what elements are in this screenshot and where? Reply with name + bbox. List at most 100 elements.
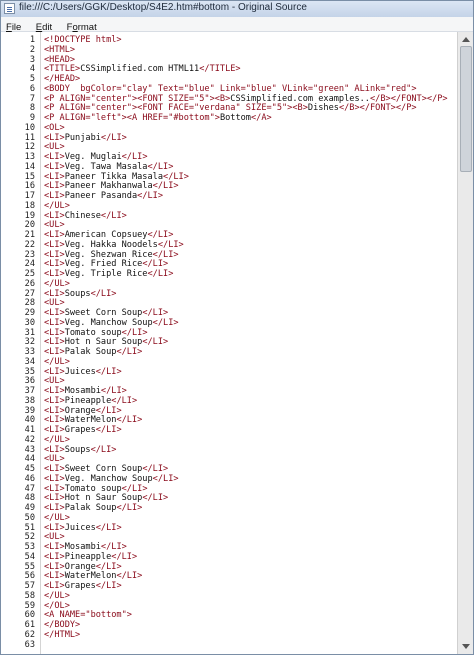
source-line: <LI>Paneer Makhanwala</LI> (44, 181, 179, 191)
code-tag: <B> (214, 93, 231, 104)
scrollbar-thumb[interactable] (460, 46, 472, 172)
source-line: </BODY> (44, 620, 80, 630)
code-text: Sweet Corn Soup (64, 464, 143, 474)
code-text: CSSimplified.com examples.. (230, 93, 370, 104)
code-tag: <LI> (44, 503, 65, 513)
code-tag: <B> (292, 103, 308, 114)
line-number: 63 (24, 639, 35, 650)
code-tag: <LI> (44, 317, 65, 328)
source-line: </UL> (44, 513, 70, 523)
line-number: 31 (24, 327, 35, 338)
line-number: 2 (29, 44, 35, 55)
line-number: 4 (29, 64, 35, 75)
line-number: 37 (24, 386, 35, 396)
code-tag: <LI> (44, 395, 65, 406)
code-text: Veg. Fried Rice (64, 259, 143, 270)
code-tag: </LI> (147, 230, 174, 240)
source-line: <LI>Mosambi</LI> (44, 386, 127, 396)
line-number: 17 (24, 191, 35, 201)
code-tag: <LI> (44, 581, 65, 591)
code-text: Hot n Saur Soup (64, 337, 143, 348)
scroll-down-icon[interactable] (460, 641, 471, 652)
line-number: 61 (24, 620, 35, 630)
source-line: <LI>Sweet Corn Soup</LI> (44, 464, 168, 474)
code-tag: <LI> (44, 152, 65, 162)
code-tag: </LI> (100, 210, 127, 221)
code-tag: </LI> (95, 425, 122, 435)
line-number: 51 (24, 522, 35, 533)
vertical-scrollbar[interactable] (457, 32, 473, 654)
line-number: 34 (24, 356, 35, 367)
code-tag: <UL> (44, 298, 65, 309)
code-text: Veg. Shezwan Rice (64, 249, 153, 260)
line-number: 30 (24, 317, 35, 328)
code-text: Tomato soup (64, 483, 122, 494)
code-text: Veg. Tawa Masala (64, 161, 148, 172)
source-line: <LI>Tomato soup</LI> (44, 328, 148, 338)
code-tag: </HEAD> (44, 74, 81, 84)
line-number: 16 (24, 181, 35, 192)
source-line: <LI>Hot n Saur Soup</LI> (44, 337, 168, 347)
code-text: Juices (64, 522, 96, 533)
code-tag: </LI> (137, 191, 164, 201)
line-number: 60 (24, 610, 35, 621)
source-line: </OL> (44, 601, 70, 611)
code-tag: </LI> (95, 561, 122, 572)
source-line: <LI>Soups</LI> (44, 289, 116, 299)
code-tag: <BODY bgColor="clay" Text="blue" Link="b… (44, 83, 417, 94)
code-tag: <LI> (44, 239, 65, 250)
source-line: <UL> (44, 220, 65, 230)
code-text: Paneer Pasanda (64, 191, 138, 201)
code-tag: </P> (426, 93, 448, 104)
source-line: <LI>Veg. Hakka Noodels</LI> (44, 240, 184, 250)
code-tag: </LI> (116, 571, 143, 582)
title-bar[interactable]: file:///C:/Users/GGK/Desktop/S4E2.htm#bo… (1, 1, 473, 18)
code-tag: </LI> (111, 551, 138, 562)
code-tag: </OL> (44, 600, 70, 611)
code-tag: </TITLE> (199, 64, 241, 75)
source-line: <LI>Palak Soup</LI> (44, 347, 142, 357)
source-line: <!DOCTYPE html> (44, 35, 122, 45)
line-number: 1 (29, 35, 35, 45)
code-tag: <LI> (44, 181, 65, 192)
code-tag: </UL> (44, 200, 70, 211)
view-source-window: file:///C:/Users/GGK/Desktop/S4E2.htm#bo… (0, 0, 474, 655)
source-line: <LI>Sweet Corn Soup</LI> (44, 308, 168, 318)
code-tag: <UL> (44, 376, 65, 387)
code-tag: </LI> (100, 132, 127, 143)
source-editor[interactable]: 1 2 3 4 5 6 7 8 9 10 11 12 13 14 15 16 17 18 19 20 21 22 23 24 2… (1, 32, 473, 654)
code-tag: <LI> (44, 191, 65, 201)
code-tag: <LI> (44, 561, 65, 572)
code-tag: <LI> (44, 288, 65, 299)
code-tag: </LI> (116, 347, 143, 357)
code-text: Veg. Triple Rice (64, 269, 148, 279)
line-number: 52 (24, 532, 35, 543)
code-tag: <LI> (44, 386, 65, 396)
code-tag: <FONT SIZE="5"> (137, 93, 215, 104)
code-text: Mosambi (64, 386, 101, 396)
code-tag: <HEAD> (44, 54, 76, 65)
code-text: Paneer Makhanwala (64, 181, 153, 192)
code-tag: <LI> (44, 161, 65, 172)
code-text: American Copsuey (64, 230, 148, 240)
line-number: 20 (24, 220, 35, 231)
line-number: 57 (24, 581, 35, 591)
source-line: <P ALIGN="center"><FONT FACE="verdana" S… (44, 103, 417, 113)
source-line: <UL> (44, 298, 65, 308)
scroll-up-icon[interactable] (460, 34, 471, 45)
line-number: 19 (24, 210, 35, 221)
code-text: Orange (64, 405, 96, 416)
code-text: Chinese (64, 210, 101, 221)
line-number: 22 (24, 239, 35, 250)
source-line: <LI>Pineapple</LI> (44, 552, 137, 562)
code-text: Pineapple (64, 551, 112, 562)
source-code-area[interactable]: <!DOCTYPE html> <HTML> <HEAD> <TITLE>CSSimp… (41, 32, 457, 654)
line-number: 45 (24, 464, 35, 474)
line-number: 8 (29, 103, 35, 114)
line-number: 56 (24, 571, 35, 582)
code-text: Mosambi (64, 542, 101, 552)
source-line: <BODY bgColor="clay" Text="blue" Link="b… (44, 84, 417, 94)
code-tag: <LI> (44, 308, 65, 318)
source-line: <LI>Chinese</LI> (44, 211, 127, 221)
menu-bar: File Edit Format (1, 17, 473, 33)
